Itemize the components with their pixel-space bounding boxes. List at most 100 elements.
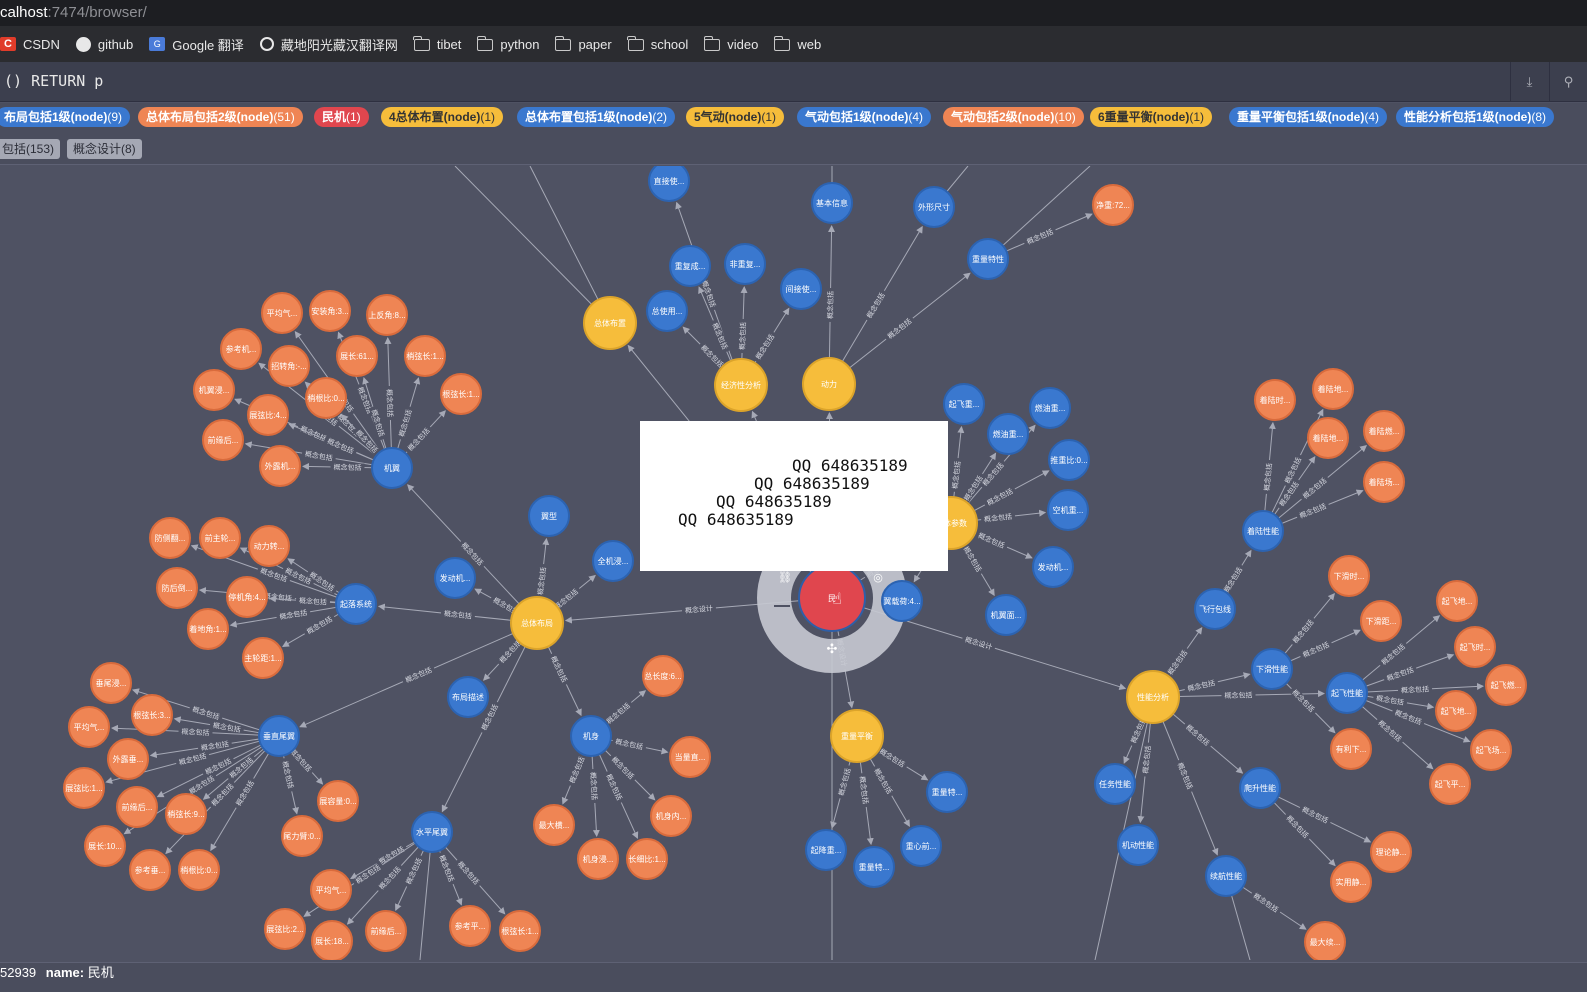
leaf-node[interactable]: 根弦长:1... <box>499 910 541 952</box>
leaf-node[interactable]: 起飞时... <box>1454 626 1496 668</box>
leaf-node[interactable]: 展容量:0... <box>317 780 359 822</box>
leaf-node[interactable]: 动力转... <box>248 525 290 567</box>
leaf-node[interactable]: 平均气... <box>68 706 110 748</box>
leaf-node[interactable]: 机翼浸... <box>193 369 235 411</box>
leaf-node[interactable]: 着陆时... <box>1254 379 1296 421</box>
url-bar[interactable]: calhost:7474/browser/ <box>0 0 1587 26</box>
label-pill[interactable]: 总体布局包括2级(node)(51) <box>138 107 303 127</box>
leaf-node[interactable]: 外露垂... <box>107 738 149 780</box>
graph-node[interactable]: 推重比:0... <box>1048 439 1090 481</box>
leaf-node[interactable]: 停机角:4... <box>226 576 268 618</box>
graph-node[interactable]: 发动机... <box>1032 546 1074 588</box>
graph-node[interactable]: 重量特性 <box>967 238 1009 280</box>
leaf-node[interactable]: 有利下... <box>1330 728 1372 770</box>
leaf-node[interactable]: 平均气... <box>261 292 303 334</box>
leaf-node[interactable]: 前缘后... <box>202 419 244 461</box>
bookmark-csdn[interactable]: C CSDN <box>0 37 60 52</box>
graph-node[interactable]: 任务性能 <box>1094 763 1136 805</box>
leaf-node[interactable]: 防后倒... <box>156 567 198 609</box>
graph-node[interactable]: 重复成... <box>669 245 711 287</box>
leaf-node[interactable]: 起飞地... <box>1435 690 1477 732</box>
graph-node[interactable]: 燃油重... <box>987 413 1029 455</box>
leaf-node[interactable]: 下滑时... <box>1328 555 1370 597</box>
leaf-node[interactable]: 起飞场... <box>1470 729 1512 771</box>
graph-node[interactable]: 间接使... <box>780 268 822 310</box>
bookmark-github[interactable]: github <box>75 36 133 52</box>
graph-node[interactable]: 机动性能 <box>1117 824 1159 866</box>
graph-node[interactable]: 发动机... <box>434 557 476 599</box>
hub-node[interactable]: 总体布局 <box>510 596 564 650</box>
leaf-node[interactable]: 理论静... <box>1370 831 1412 873</box>
leaf-node[interactable]: 安装角:3... <box>309 290 351 332</box>
leaf-node[interactable]: 展弦比:4... <box>247 394 289 436</box>
leaf-node[interactable]: 最大横... <box>533 804 575 846</box>
graph-node[interactable]: 水平尾翼 <box>411 811 453 853</box>
leaf-node[interactable]: 机身内... <box>650 795 692 837</box>
leaf-node[interactable]: 参考机... <box>220 328 262 370</box>
leaf-node[interactable]: 梢根比:0... <box>305 377 347 419</box>
graph-node[interactable]: 机翼面... <box>985 594 1027 636</box>
bookmark-folder-school[interactable]: school <box>627 36 688 52</box>
graph-node[interactable]: 着陆性能 <box>1242 510 1284 552</box>
graph-node[interactable]: 空机重... <box>1047 489 1089 531</box>
leaf-node[interactable]: 展弦比:2... <box>264 908 306 950</box>
graph-node[interactable]: 燃油重... <box>1029 387 1071 429</box>
leaf-node[interactable]: 着陆地... <box>1312 368 1354 410</box>
leaf-node[interactable]: 前缘后... <box>365 910 407 952</box>
graph-node[interactable]: 总使用... <box>646 290 688 332</box>
graph-node[interactable]: 布局描述 <box>447 676 489 718</box>
leaf-node[interactable]: 着陆场... <box>1363 461 1405 503</box>
bookmark-folder-tibet[interactable]: tibet <box>413 36 461 52</box>
leaf-node[interactable]: 净重:72... <box>1092 184 1134 226</box>
bookmark-google-translate[interactable]: G Google 翻译 <box>149 35 244 54</box>
graph-node[interactable]: 重量特... <box>926 771 968 813</box>
leaf-node[interactable]: 参考垂... <box>129 849 171 891</box>
cypher-query-text[interactable]: () RETURN p <box>4 72 103 90</box>
leaf-node[interactable]: 展长:61... <box>336 335 378 377</box>
label-pill[interactable]: 6重量平衡(node)(1) <box>1090 107 1213 127</box>
label-pill[interactable]: 性能分析包括1级(node)(8) <box>1396 107 1555 127</box>
leaf-node[interactable]: 尾力臂:0... <box>281 815 323 857</box>
label-pill[interactable]: 4总体布置(node)(1) <box>381 107 504 127</box>
graph-node[interactable]: 续航性能 <box>1205 855 1247 897</box>
leaf-node[interactable]: 起飞地... <box>1436 580 1478 622</box>
graph-node[interactable]: 基本信息 <box>811 182 853 224</box>
leaf-node[interactable]: 参考平... <box>449 905 491 947</box>
leaf-node[interactable]: 最大续... <box>1304 921 1346 960</box>
leaf-node[interactable]: 着陆燃... <box>1363 410 1405 452</box>
graph-node[interactable]: 爬升性能 <box>1239 767 1281 809</box>
leaf-node[interactable]: 垂尾浸... <box>90 662 132 704</box>
hub-node[interactable]: 性能分析 <box>1126 670 1180 724</box>
leaf-node[interactable]: 着地角:1... <box>187 608 229 650</box>
pin-button[interactable]: ⚲ <box>1549 62 1587 102</box>
leaf-node[interactable]: 根弦长:3... <box>131 694 173 736</box>
leaf-node[interactable]: 当量直... <box>669 736 711 778</box>
label-pill[interactable]: 气动包括1级(node)(4) <box>797 107 932 127</box>
lock-icon[interactable]: ⛓ <box>778 571 792 584</box>
leaf-node[interactable]: 梢弦长:9... <box>165 793 207 835</box>
graph-node[interactable]: 起降重... <box>805 829 847 871</box>
leaf-node[interactable]: 实用静... <box>1330 861 1372 903</box>
download-button[interactable]: ⤓ <box>1510 62 1548 102</box>
graph-node[interactable]: 外形尺寸 <box>913 186 955 228</box>
leaf-node[interactable]: 着陆地... <box>1307 417 1349 459</box>
graph-node[interactable]: 飞行包线 <box>1194 588 1236 630</box>
leaf-node[interactable]: 起飞平... <box>1429 763 1471 805</box>
leaf-node[interactable]: 前主轮... <box>199 517 241 559</box>
hub-node[interactable]: 重量平衡 <box>830 709 884 763</box>
graph-node[interactable]: 全机浸... <box>592 540 634 582</box>
graph-node[interactable]: 翼载荷:4... <box>881 580 923 622</box>
graph-node[interactable]: 垂直尾翼 <box>258 715 300 757</box>
bookmark-folder-video[interactable]: video <box>703 36 758 52</box>
leaf-node[interactable]: 起飞燃... <box>1485 664 1527 706</box>
label-pill[interactable]: 5气动(node)(1) <box>686 107 785 127</box>
label-pill[interactable]: 气动包括2级(node)(10) <box>943 107 1084 127</box>
leaf-node[interactable]: 根弦长:1... <box>440 373 482 415</box>
graph-node[interactable]: 下滑性能 <box>1251 648 1293 690</box>
graph-node[interactable]: 机身 <box>570 715 612 757</box>
leaf-node[interactable]: 平均气... <box>310 869 352 911</box>
leaf-node[interactable]: 主轮距:1... <box>242 637 284 679</box>
leaf-node[interactable]: 梢弦长:1... <box>404 335 446 377</box>
leaf-node[interactable]: 机身浸... <box>577 838 619 880</box>
relationship-edge[interactable] <box>454 166 611 324</box>
